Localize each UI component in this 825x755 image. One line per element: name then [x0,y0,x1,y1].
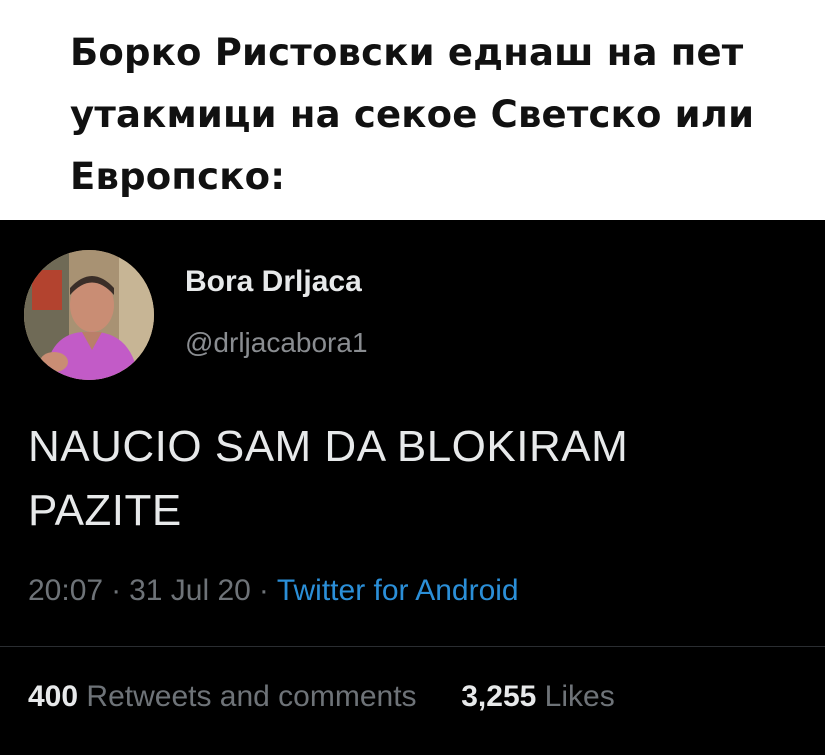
tweet-text-line-2: PAZITE [28,486,182,535]
separator: · [111,574,122,607]
separator: · [258,574,269,607]
likes-count[interactable]: 3,255 [461,680,536,713]
author-handle[interactable]: @drljacabora1 [185,327,368,359]
tweet-text-line-1: NAUCIO SAM DA BLOKIRAM [28,422,629,471]
likes-label[interactable]: Likes [545,680,615,713]
tweet-body: NAUCIO SAM DA BLOKIRAM PAZITE [28,415,808,543]
author-display-name[interactable]: Bora Drljaca [185,265,362,299]
tweet-card: Bora Drljaca @drljacabora1 NAUCIO SAM DA… [0,220,825,755]
caption-line-3: Европско: [70,155,286,198]
tweet-stats: 400 Retweets and comments 3,255 Likes [28,680,615,714]
tweet-date[interactable]: 31 Jul 20 [129,574,251,607]
divider [0,646,825,647]
avatar[interactable] [24,250,154,380]
tweet-time[interactable]: 20:07 [28,574,103,607]
retweets-label[interactable]: Retweets and comments [86,680,416,713]
meme-caption: Борко Ристовски еднаш на пет утакмици на… [0,0,825,220]
caption-line-2: утакмици на секое Светско или [70,93,755,136]
tweet-source-link[interactable]: Twitter for Android [277,574,519,607]
avatar-photo [24,250,154,380]
tweet-metadata: 20:07 · 31 Jul 20 · Twitter for Android [28,574,519,608]
retweets-count[interactable]: 400 [28,680,78,713]
caption-line-1: Борко Ристовски еднаш на пет [70,31,744,74]
